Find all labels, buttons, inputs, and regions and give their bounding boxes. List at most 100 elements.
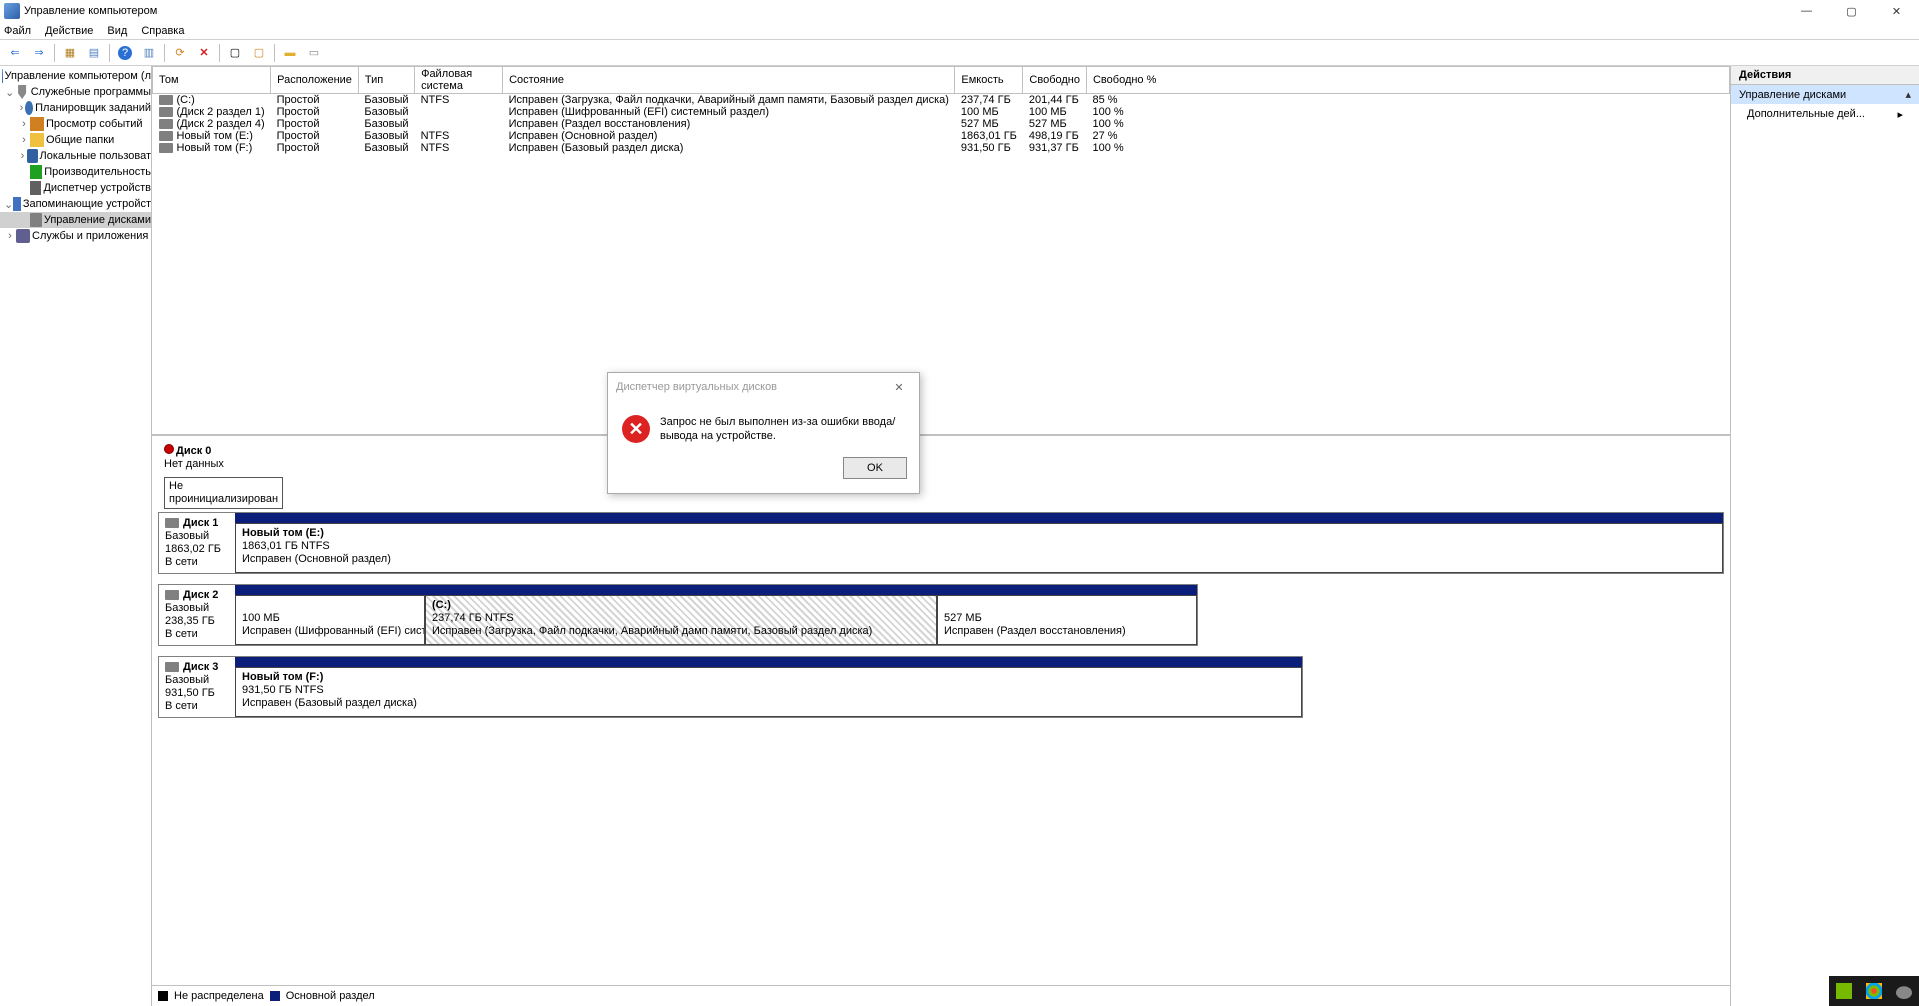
menu-help[interactable]: Справка — [141, 25, 184, 37]
disk2-partition-efi[interactable]: 100 МБ Исправен (Шифрованный (EFI) систе… — [235, 595, 425, 645]
legend-unalloc-swatch — [158, 991, 168, 1001]
users-icon — [27, 149, 38, 163]
volume-table: Том Расположение Тип Файловая система Со… — [152, 66, 1730, 436]
col-capacity[interactable]: Емкость — [955, 67, 1023, 94]
table-row[interactable]: Новый том (E:) ПростойБазовыйNTFSИсправе… — [153, 130, 1730, 142]
actions-more-link[interactable]: Дополнительные дей... ▸ — [1731, 104, 1919, 125]
tree-storage[interactable]: ⌄Запоминающие устройст — [0, 196, 151, 212]
twisty-icon[interactable]: › — [18, 118, 30, 130]
dialog-titlebar[interactable]: Диспетчер виртуальных дисков ✕ — [608, 373, 919, 401]
disk-icon — [30, 213, 42, 227]
arrow-right-icon: ⇒ — [34, 46, 43, 59]
col-status[interactable]: Состояние — [503, 67, 955, 94]
tree-shares[interactable]: ›Общие папки — [0, 132, 151, 148]
forward-button[interactable]: ⇒ — [28, 42, 50, 64]
table-row[interactable]: Новый том (F:) ПростойБазовыйNTFSИсправе… — [153, 142, 1730, 154]
menu-view[interactable]: Вид — [107, 25, 127, 37]
clock-icon — [25, 101, 33, 115]
twisty-icon[interactable]: › — [18, 150, 27, 162]
twisty-icon[interactable]: › — [18, 102, 25, 114]
disk-icon — [165, 590, 179, 600]
table-row[interactable]: (Диск 2 раздел 4) ПростойБазовыйИсправен… — [153, 118, 1730, 130]
disk1-partition-e[interactable]: Новый том (E:) 1863,01 ГБ NTFS Исправен … — [235, 523, 1723, 573]
help-button[interactable]: ? — [114, 42, 136, 64]
menubar: Файл Действие Вид Справка — [0, 22, 1919, 40]
tree-users[interactable]: ›Локальные пользоват — [0, 148, 151, 164]
col-fs[interactable]: Файловая система — [415, 67, 503, 94]
col-freepct[interactable]: Свободно % — [1086, 67, 1729, 94]
col-volume[interactable]: Том — [153, 67, 271, 94]
disk3-label: Диск 3 Базовый 931,50 ГБ В сети — [159, 657, 235, 717]
disk1-block[interactable]: Диск 1 Базовый 1863,02 ГБ В сети Новый т… — [158, 512, 1724, 574]
disk-stripe — [235, 513, 1723, 523]
disk-stripe — [235, 657, 1302, 667]
dialog-ok-button[interactable]: OK — [843, 457, 907, 479]
menu-action[interactable]: Действие — [45, 25, 93, 37]
twisty-icon[interactable]: › — [18, 134, 30, 146]
volume-icon — [159, 95, 173, 105]
toolbar-btn-5[interactable]: ▢ — [248, 42, 270, 64]
toolbar-btn-2[interactable]: ▤ — [83, 42, 105, 64]
disk3-partition-f[interactable]: Новый том (F:) 931,50 ГБ NTFS Исправен (… — [235, 667, 1302, 717]
device-icon — [30, 181, 41, 195]
menu-file[interactable]: Файл — [4, 25, 31, 37]
toolbar-btn-4[interactable]: ▢ — [224, 42, 246, 64]
toolbar-btn-6[interactable]: ▬ — [279, 42, 301, 64]
separator — [109, 44, 110, 62]
twisty-icon[interactable]: ⌄ — [4, 198, 13, 211]
window-icon: ▭ — [309, 46, 319, 59]
titlebar: Управление компьютером — ▢ ✕ — [0, 0, 1919, 22]
actions-title-row[interactable]: Управление дисками ▴ — [1731, 85, 1919, 104]
col-free[interactable]: Свободно — [1023, 67, 1087, 94]
tree-events[interactable]: ›Просмотр событий — [0, 116, 151, 132]
dialog-close-button[interactable]: ✕ — [887, 381, 911, 394]
toolbar-btn-7[interactable]: ▭ — [303, 42, 325, 64]
disk-graph-pane: Диск 0 Нет данных Не проинициализирован … — [152, 436, 1730, 985]
minimize-button[interactable]: — — [1784, 0, 1829, 22]
tree-services[interactable]: ›Службы и приложения — [0, 228, 151, 244]
tree-systools[interactable]: ⌄Служебные программы — [0, 84, 151, 100]
maximize-button[interactable]: ▢ — [1829, 0, 1874, 22]
table-row[interactable]: (Диск 2 раздел 1) ПростойБазовыйИсправен… — [153, 106, 1730, 118]
disk0-block[interactable]: Диск 0 Нет данных Не проинициализирован — [158, 440, 276, 502]
legend-primary-label: Основной раздел — [286, 990, 375, 1002]
delete-button[interactable]: ✕ — [193, 42, 215, 64]
security-tray-icon[interactable] — [1866, 983, 1882, 999]
arrow-left-icon: ⇐ — [10, 46, 19, 59]
disk2-block[interactable]: Диск 2 Базовый 238,35 ГБ В сети 100 МБ И… — [158, 584, 1198, 646]
tree-pane: Управление компьютером (л ⌄Служебные про… — [0, 66, 152, 1006]
error-dialog: Диспетчер виртуальных дисков ✕ ✕ Запрос … — [607, 372, 920, 494]
separator — [164, 44, 165, 62]
delete-icon: ✕ — [199, 46, 208, 59]
table-row[interactable]: (C:) ПростойБазовыйNTFSИсправен (Загрузк… — [153, 94, 1730, 107]
workspace: Управление компьютером (л ⌄Служебные про… — [0, 66, 1919, 1006]
tree-perf[interactable]: Производительность — [0, 164, 151, 180]
events-icon — [30, 117, 44, 131]
chevron-right-icon: ▸ — [1897, 108, 1903, 121]
grid-icon: ▥ — [144, 46, 154, 59]
tree-devmgr[interactable]: Диспетчер устройств — [0, 180, 151, 196]
col-layout[interactable]: Расположение — [271, 67, 359, 94]
tree-root[interactable]: Управление компьютером (л — [0, 68, 151, 84]
disk2-partition-recovery[interactable]: 527 МБ Исправен (Раздел восстановления) — [937, 595, 1197, 645]
toolbar-btn-3[interactable]: ▥ — [138, 42, 160, 64]
dialog-message: Запрос не был выполнен из-за ошибки ввод… — [660, 415, 905, 443]
nvidia-tray-icon[interactable] — [1836, 983, 1852, 999]
toolbar-btn-1[interactable]: ▦ — [59, 42, 81, 64]
back-button[interactable]: ⇐ — [4, 42, 26, 64]
cloud-tray-icon[interactable] — [1896, 983, 1912, 999]
disk2-partition-c[interactable]: (C:) 237,74 ГБ NTFS Исправен (Загрузка, … — [425, 595, 937, 645]
volume-icon — [159, 119, 173, 129]
disk3-block[interactable]: Диск 3 Базовый 931,50 ГБ В сети Новый то… — [158, 656, 1303, 718]
folder-icon — [30, 133, 44, 147]
twisty-icon[interactable]: › — [4, 230, 16, 242]
separator — [274, 44, 275, 62]
col-type[interactable]: Тип — [358, 67, 414, 94]
tree-diskmgmt[interactable]: Управление дисками — [0, 212, 151, 228]
refresh-button[interactable]: ⟳ — [169, 42, 191, 64]
mgmt-icon — [2, 69, 3, 83]
close-window-button[interactable]: ✕ — [1874, 0, 1919, 22]
dropdown-icon: ▴ — [1905, 88, 1911, 101]
twisty-icon[interactable]: ⌄ — [4, 86, 15, 99]
tree-scheduler[interactable]: ›Планировщик заданий — [0, 100, 151, 116]
